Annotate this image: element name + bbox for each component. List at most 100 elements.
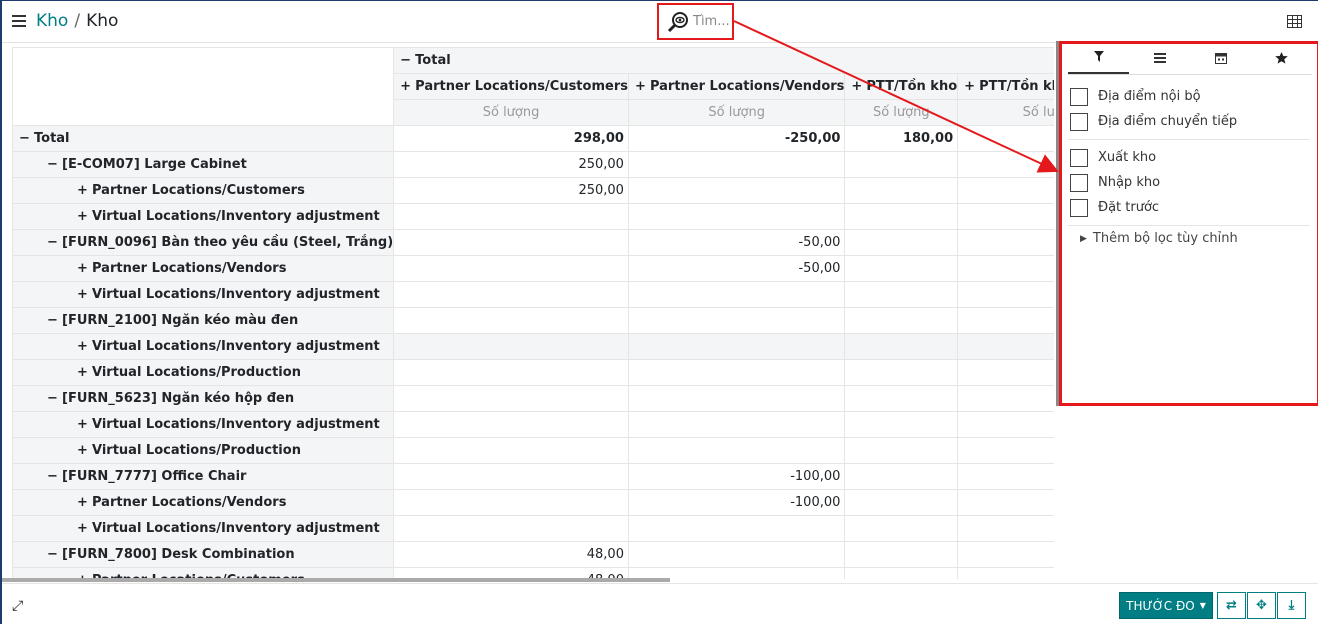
pivot-cell[interactable] bbox=[627, 151, 846, 178]
pivot-cell[interactable] bbox=[957, 437, 1054, 464]
pivot-measure-header[interactable]: Số lượng bbox=[957, 99, 1054, 126]
pivot-row-header[interactable]: − [E-COM07] Large Cabinet bbox=[12, 151, 395, 178]
pivot-cell[interactable] bbox=[393, 333, 629, 360]
checkbox[interactable] bbox=[1070, 173, 1088, 192]
checkbox[interactable] bbox=[1070, 112, 1088, 131]
breadcrumb-parent[interactable]: Kho bbox=[36, 11, 68, 31]
pivot-cell[interactable]: -100,00 bbox=[627, 489, 846, 516]
pivot-cell[interactable] bbox=[844, 437, 959, 464]
pivot-cell[interactable]: 48,00 bbox=[393, 541, 629, 568]
pivot-row-header[interactable]: + Virtual Locations/Inventory adjustment bbox=[12, 203, 395, 230]
pivot-cell[interactable] bbox=[844, 255, 959, 282]
pivot-cell[interactable] bbox=[844, 177, 959, 204]
pivot-col-header-total[interactable]: − Total bbox=[393, 47, 1054, 74]
pivot-cell[interactable] bbox=[627, 307, 846, 334]
pivot-cell[interactable] bbox=[957, 385, 1054, 412]
pivot-cell[interactable] bbox=[957, 281, 1054, 308]
pivot-cell[interactable] bbox=[957, 333, 1054, 360]
pivot-measure-header[interactable]: Số lượng bbox=[844, 99, 959, 126]
pivot-row-header[interactable]: − [FURN_2100] Ngăn kéo màu đen bbox=[12, 307, 395, 334]
filter-icon[interactable] bbox=[1068, 41, 1129, 74]
checkbox[interactable] bbox=[1070, 87, 1088, 106]
group-by-icon[interactable] bbox=[1129, 41, 1190, 74]
pivot-cell[interactable] bbox=[627, 385, 846, 412]
pivot-row-header[interactable]: + Virtual Locations/Inventory adjustment bbox=[12, 411, 395, 438]
pivot-cell[interactable] bbox=[844, 229, 959, 256]
pivot-cell[interactable] bbox=[844, 151, 959, 178]
pivot-row-header[interactable]: + Partner Locations/Vendors bbox=[12, 255, 395, 282]
pivot-cell[interactable] bbox=[844, 307, 959, 334]
pivot-row-header[interactable]: + Virtual Locations/Production bbox=[12, 437, 395, 464]
pivot-cell[interactable] bbox=[957, 515, 1054, 542]
pivot-cell[interactable] bbox=[957, 463, 1054, 490]
pivot-row-header[interactable]: + Virtual Locations/Inventory adjustment bbox=[12, 281, 395, 308]
pivot-view-icon[interactable] bbox=[1287, 15, 1302, 28]
pivot-cell[interactable]: 250,00 bbox=[393, 177, 629, 204]
pivot-cell[interactable] bbox=[844, 463, 959, 490]
pivot-cell[interactable] bbox=[627, 541, 846, 568]
checkbox[interactable] bbox=[1070, 198, 1088, 217]
pivot-cell[interactable] bbox=[393, 515, 629, 542]
pivot-cell[interactable] bbox=[844, 359, 959, 386]
pivot-cell[interactable] bbox=[627, 359, 846, 386]
pivot-cell[interactable] bbox=[957, 177, 1054, 204]
pivot-cell[interactable] bbox=[844, 281, 959, 308]
pivot-row-header[interactable]: +Partner Locations/Customers bbox=[12, 177, 395, 204]
pivot-cell[interactable] bbox=[957, 203, 1054, 230]
pivot-cell[interactable] bbox=[844, 333, 959, 360]
filter-option[interactable]: Địa điểm nội bộ bbox=[1060, 84, 1318, 109]
filter-option[interactable]: Đặt trước bbox=[1060, 195, 1318, 220]
pivot-cell[interactable] bbox=[393, 463, 629, 490]
flip-axis-button[interactable]: ⇄ bbox=[1217, 592, 1246, 619]
pivot-row-header[interactable]: + Virtual Locations/Inventory adjustment bbox=[12, 333, 395, 360]
pivot-row-header[interactable]: − Total bbox=[12, 125, 395, 152]
pivot-cell[interactable] bbox=[627, 411, 846, 438]
pivot-cell[interactable] bbox=[627, 203, 846, 230]
pivot-cell[interactable] bbox=[957, 411, 1054, 438]
pivot-row-header[interactable]: − [FURN_7800] Desk Combination bbox=[12, 541, 395, 568]
pivot-row-header[interactable]: − [FURN_5623] Ngăn kéo hộp đen bbox=[12, 385, 395, 412]
pivot-row-header[interactable]: + Virtual Locations/Production bbox=[12, 359, 395, 386]
pivot-cell[interactable]: -50,00 bbox=[627, 255, 846, 282]
pivot-cell[interactable] bbox=[627, 515, 846, 542]
pivot-cell[interactable] bbox=[957, 541, 1054, 568]
pivot-col-header[interactable]: + PTT/Tồn kho bbox=[844, 73, 959, 100]
download-button[interactable]: ⤓ bbox=[1277, 592, 1306, 619]
pivot-row-header[interactable]: − [FURN_0096] Bàn theo yêu cầu (Steel, Tr… bbox=[12, 229, 395, 256]
add-custom-filter[interactable]: ▶ Thêm bộ lọc tùy chỉnh bbox=[1060, 231, 1318, 246]
pivot-col-header[interactable]: + Partner Locations/Customers bbox=[393, 73, 629, 100]
pivot-cell[interactable] bbox=[393, 255, 629, 282]
pivot-cell[interactable] bbox=[393, 359, 629, 386]
pivot-cell[interactable] bbox=[393, 229, 629, 256]
pivot-cell[interactable]: 298,00 bbox=[393, 125, 629, 152]
filter-option[interactable]: Địa điểm chuyển tiếp bbox=[1060, 109, 1318, 134]
pivot-row-header[interactable]: + Partner Locations/Vendors bbox=[12, 489, 395, 516]
pivot-cell[interactable] bbox=[627, 281, 846, 308]
pivot-measure-header[interactable]: Số lượng bbox=[393, 99, 629, 126]
pivot-cell[interactable] bbox=[393, 281, 629, 308]
pivot-col-header[interactable]: + Partner Locations/Vendors bbox=[627, 73, 846, 100]
pivot-cell[interactable]: 180,00 bbox=[844, 125, 959, 152]
pivot-cell[interactable] bbox=[627, 177, 846, 204]
pivot-cell[interactable] bbox=[393, 411, 629, 438]
pivot-cell[interactable]: -50,00 bbox=[627, 229, 846, 256]
expand-icon[interactable]: ⤢ bbox=[12, 598, 23, 614]
pivot-cell[interactable] bbox=[957, 489, 1054, 516]
pivot-cell[interactable] bbox=[957, 567, 1054, 579]
favorites-icon[interactable] bbox=[1251, 41, 1312, 74]
pivot-cell[interactable] bbox=[393, 489, 629, 516]
pivot-cell[interactable] bbox=[393, 385, 629, 412]
pivot-cell[interactable]: 5 bbox=[957, 125, 1054, 152]
filter-option[interactable]: Nhập kho bbox=[1060, 170, 1318, 195]
pivot-cell[interactable] bbox=[957, 151, 1054, 178]
pivot-cell[interactable] bbox=[957, 255, 1054, 282]
pivot-cell[interactable] bbox=[844, 489, 959, 516]
pivot-row-header[interactable]: − [FURN_7777] Office Chair bbox=[12, 463, 395, 490]
pivot-cell[interactable] bbox=[844, 541, 959, 568]
pivot-col-header[interactable]: +PTT/Tồn kho/Kho phế l bbox=[957, 73, 1054, 100]
pivot-row-header[interactable]: + Virtual Locations/Inventory adjustment bbox=[12, 515, 395, 542]
pivot-cell[interactable] bbox=[957, 359, 1054, 386]
pivot-cell[interactable] bbox=[844, 515, 959, 542]
pivot-cell[interactable] bbox=[957, 307, 1054, 334]
pivot-measure-header[interactable]: Số lượng bbox=[627, 99, 846, 126]
